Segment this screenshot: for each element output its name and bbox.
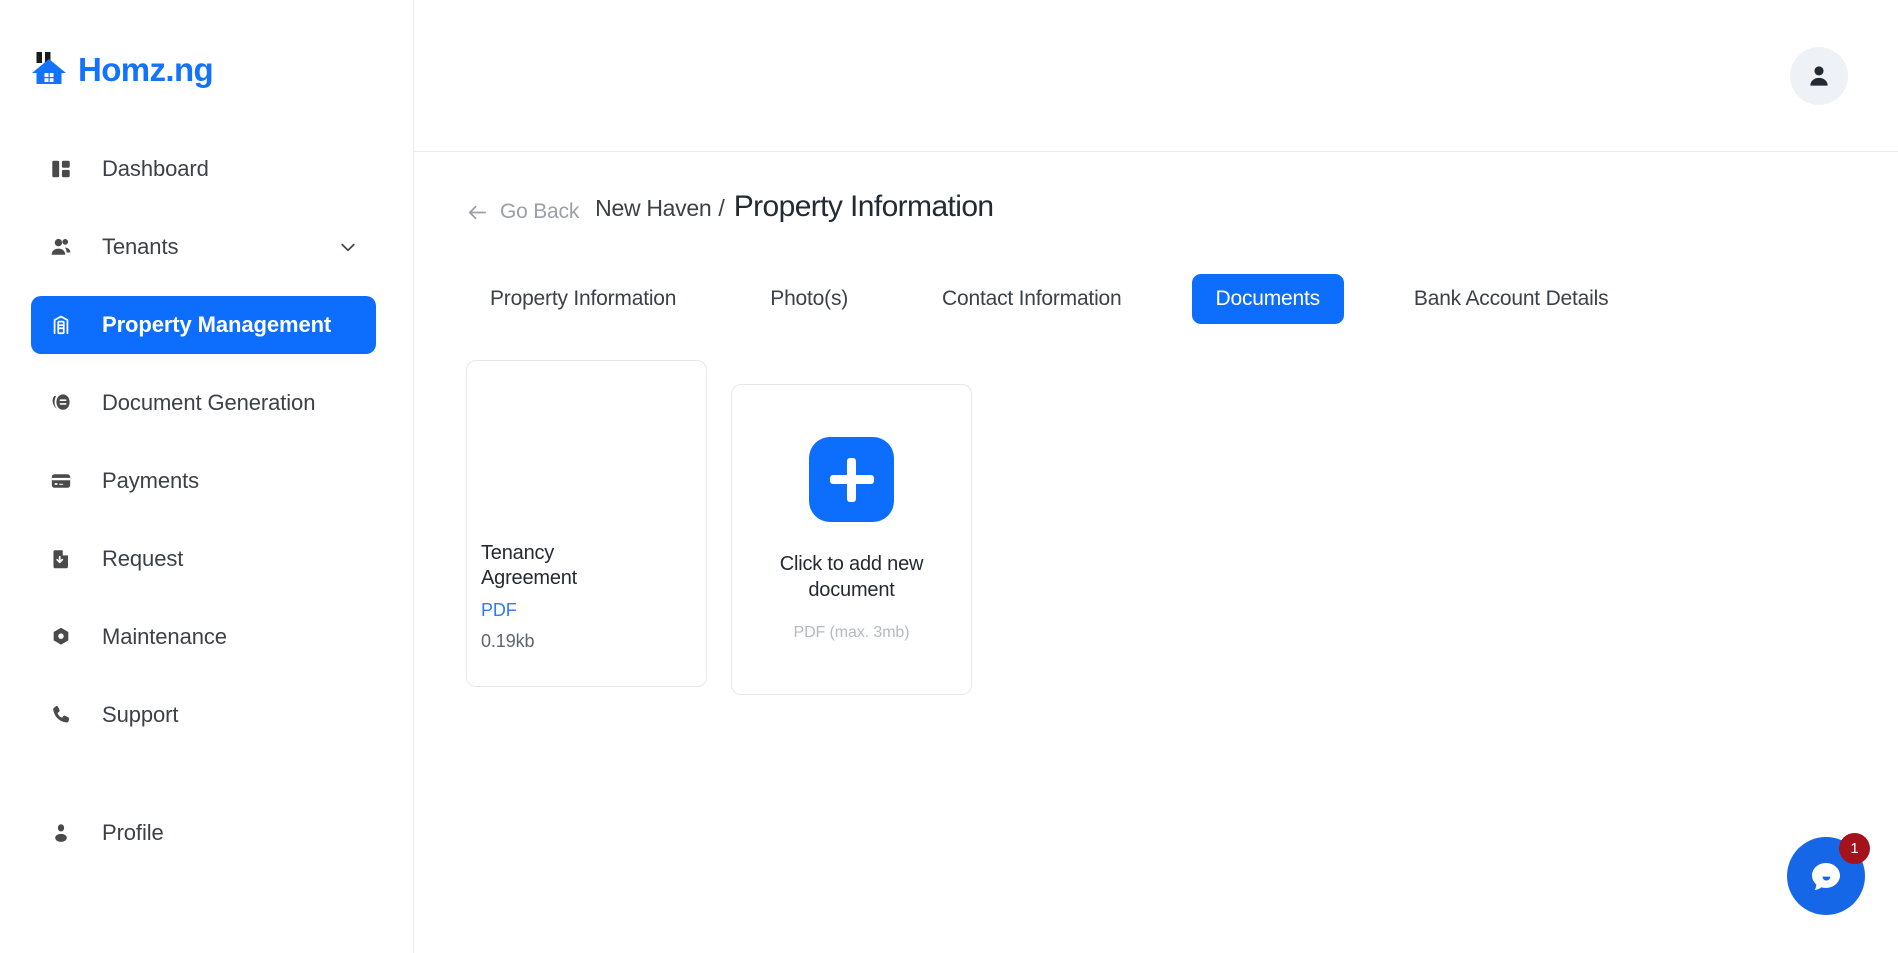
breadcrumb-parent[interactable]: New Haven <box>595 195 711 222</box>
plus-icon <box>809 437 894 523</box>
avatar[interactable] <box>1790 46 1848 105</box>
file-download-icon <box>49 547 73 571</box>
add-document-card[interactable]: Click to add new document PDF (max. 3mb) <box>731 384 972 695</box>
tab-property-information[interactable]: Property Information <box>466 274 700 324</box>
topbar <box>414 0 1898 152</box>
arrow-left-icon <box>466 201 489 224</box>
sidebar-bottom-group: Profile <box>0 804 413 862</box>
brand-logo-area[interactable]: Homz.ng <box>0 0 413 92</box>
page-body: Go Back New Haven / Property Information… <box>414 152 1898 695</box>
go-back-button[interactable]: Go Back <box>466 200 579 224</box>
person-avatar-icon <box>1805 62 1833 90</box>
document-size: 0.19kb <box>481 631 535 651</box>
documents-grid: Tenancy Agreement PDF 0.19kb Click to ad… <box>466 360 1898 695</box>
page-title: Property Information <box>733 190 994 223</box>
credit-card-icon <box>49 469 73 493</box>
chevron-down-icon[interactable] <box>338 237 358 257</box>
sidebar-item-label: Request <box>102 546 184 571</box>
sidebar-item-profile[interactable]: Profile <box>31 804 376 862</box>
sidebar-item-label: Tenants <box>102 234 179 259</box>
sidebar-item-label: Dashboard <box>102 156 209 181</box>
sidebar-item-support[interactable]: Support <box>31 686 376 744</box>
tab-bank-account-details[interactable]: Bank Account Details <box>1390 274 1632 324</box>
phone-icon <box>49 703 73 727</box>
gear-hex-icon <box>49 625 73 649</box>
chat-widget[interactable]: 1 <box>1787 833 1870 915</box>
brand-name: Homz.ng <box>78 50 214 88</box>
add-document-label: Click to add new document <box>779 553 924 601</box>
tab-bar: Property Information Photo(s) Contact In… <box>466 274 1898 324</box>
person-icon <box>49 821 73 845</box>
tab-documents[interactable]: Documents <box>1191 274 1344 324</box>
sidebar-nav: Dashboard Tenants Property Management Do… <box>0 140 413 862</box>
sidebar-item-maintenance[interactable]: Maintenance <box>31 608 376 666</box>
building-icon <box>49 313 73 337</box>
sidebar-item-payments[interactable]: Payments <box>31 452 376 510</box>
sidebar-item-label: Profile <box>102 820 164 845</box>
main-content: Go Back New Haven / Property Information… <box>414 0 1898 953</box>
sidebar-item-label: Support <box>102 702 179 727</box>
add-document-hint: PDF (max. 3mb) <box>793 623 910 641</box>
document-type: PDF <box>481 600 517 620</box>
chat-unread-badge: 1 <box>1839 833 1870 864</box>
tab-photos[interactable]: Photo(s) <box>746 274 872 324</box>
sidebar-item-property-management[interactable]: Property Management <box>31 296 376 354</box>
sidebar-item-dashboard[interactable]: Dashboard <box>31 140 376 198</box>
go-back-label: Go Back <box>500 200 580 223</box>
sidebar-item-label: Property Management <box>102 312 332 337</box>
document-title: Tenancy Agreement <box>481 542 578 589</box>
sidebar-item-label: Maintenance <box>102 624 227 649</box>
sidebar-item-document-generation[interactable]: Document Generation <box>31 374 376 432</box>
sidebar-item-request[interactable]: Request <box>31 530 376 588</box>
users-icon <box>49 235 73 259</box>
app-root: Homz.ng Dashboard Tenants Property Manag… <box>0 0 1898 953</box>
breadcrumb: Go Back New Haven / Property Information <box>466 190 1898 234</box>
sidebar-item-tenants[interactable]: Tenants <box>31 218 376 276</box>
sidebar-item-label: Payments <box>102 468 200 493</box>
sidebar: Homz.ng Dashboard Tenants Property Manag… <box>0 0 414 953</box>
dashboard-grid-icon <box>49 157 73 181</box>
document-note-icon <box>49 391 73 415</box>
tab-contact-information[interactable]: Contact Information <box>918 274 1145 324</box>
document-card[interactable]: Tenancy Agreement PDF 0.19kb <box>466 360 707 687</box>
house-icon <box>30 50 68 88</box>
breadcrumb-separator: / <box>718 195 725 221</box>
sidebar-item-label: Document Generation <box>102 390 316 415</box>
